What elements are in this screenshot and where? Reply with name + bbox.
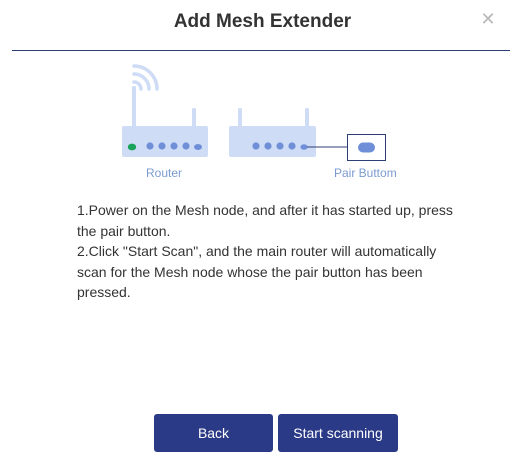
- instructions: 1.Power on the Mesh node, and after it h…: [77, 200, 457, 303]
- start-scanning-button[interactable]: Start scanning: [278, 414, 398, 452]
- routers-illustration: [122, 64, 386, 161]
- pairing-illustration: Router Pair Buttom: [0, 58, 525, 188]
- router-label: Router: [146, 166, 183, 180]
- instruction-step-2: 2.Click "Start Scan", and the main route…: [77, 243, 437, 300]
- dialog-title: Add Mesh Extender: [173, 11, 352, 32]
- pair-button-icon: [358, 142, 375, 153]
- title-divider: [12, 50, 510, 51]
- main-router-icon: [122, 86, 208, 157]
- mesh-node-icon: [229, 108, 316, 157]
- wifi-signal-icon: [132, 64, 159, 91]
- active-port: [127, 143, 137, 151]
- close-icon[interactable]: ✕: [479, 9, 497, 29]
- add-mesh-extender-dialog: Add Mesh Extender ✕ Router Pair Buttom 1…: [0, 0, 525, 467]
- instruction-step-1: 1.Power on the Mesh node, and after it h…: [77, 202, 453, 239]
- pair-button-callout: [307, 134, 386, 161]
- back-button[interactable]: Back: [154, 414, 273, 452]
- pair-button-label: Pair Buttom: [334, 166, 397, 180]
